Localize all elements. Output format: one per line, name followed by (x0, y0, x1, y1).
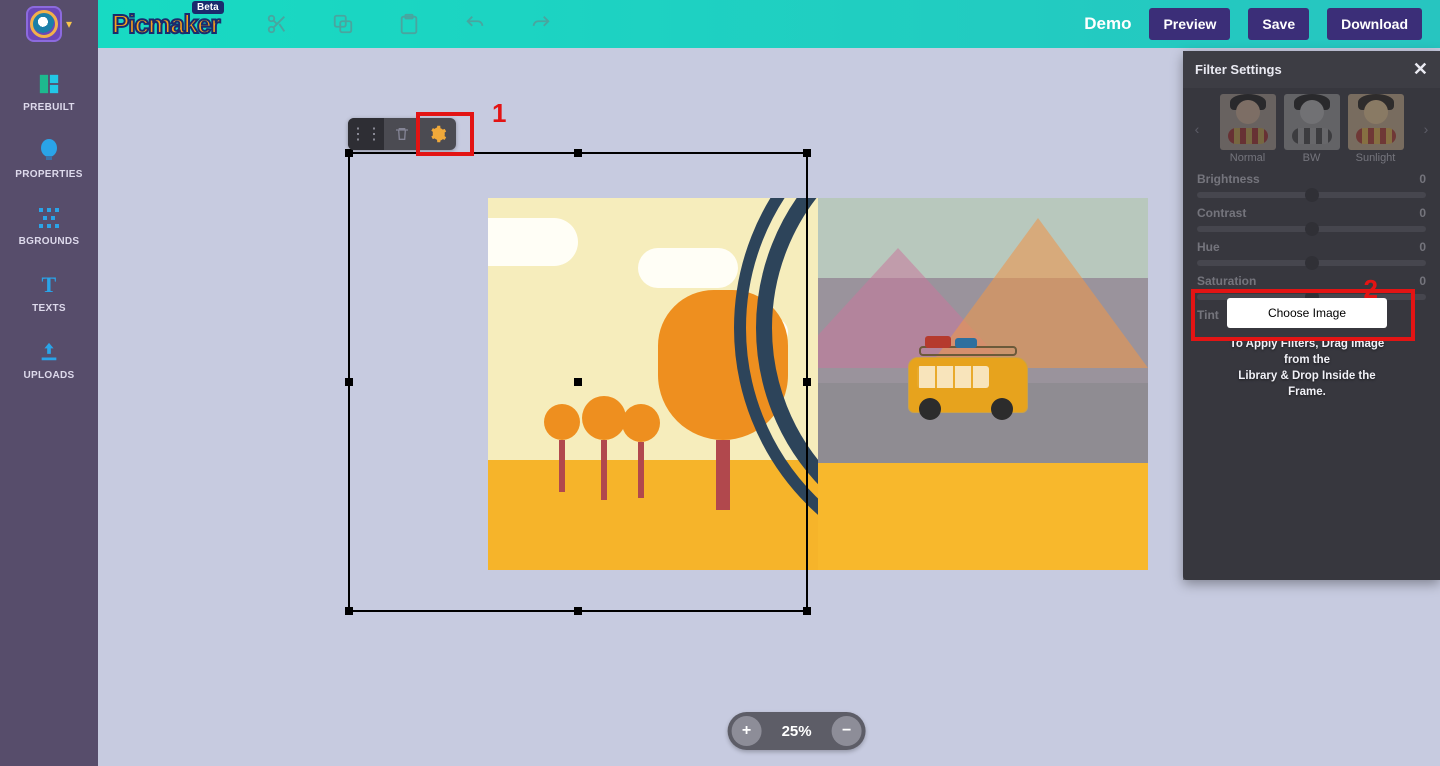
annotation-box-1 (416, 112, 474, 156)
upload-icon (37, 340, 61, 364)
slider-label: Hue (1197, 240, 1220, 254)
sidebar-item-uploads[interactable]: UPLOADS (0, 330, 98, 397)
annotation-box-2 (1191, 289, 1415, 341)
save-button[interactable]: Save (1248, 8, 1309, 40)
resize-handle[interactable] (803, 607, 811, 615)
slider-label: Brightness (1197, 172, 1260, 186)
sidebar-item-label: UPLOADS (24, 370, 75, 381)
slider-value: 0 (1419, 172, 1426, 186)
resize-handle[interactable] (345, 149, 353, 157)
download-button[interactable]: Download (1327, 8, 1422, 40)
selection-bounding-box[interactable] (348, 152, 808, 612)
resize-handle[interactable] (574, 607, 582, 615)
panel-title: Filter Settings (1195, 62, 1282, 77)
pattern-icon (37, 206, 61, 230)
slider-label: Saturation (1197, 274, 1256, 288)
preview-button[interactable]: Preview (1149, 8, 1230, 40)
bulb-icon (37, 139, 61, 163)
sidebar-item-bgrounds[interactable]: BGROUNDS (0, 196, 98, 263)
slider-label: Contrast (1197, 206, 1246, 220)
close-icon[interactable]: ✕ (1413, 59, 1428, 80)
redo-icon[interactable] (528, 11, 554, 37)
app-logo: Picmaker Beta (112, 9, 220, 40)
sidebar-item-prebuilt[interactable]: PREBUILT (0, 62, 98, 129)
zoom-value: 25% (762, 723, 832, 740)
slider-value: 0 (1419, 240, 1426, 254)
resize-handle[interactable] (345, 378, 353, 386)
slider-value: 0 (1419, 206, 1426, 220)
grid-icon (37, 72, 61, 96)
preset-label: Normal (1220, 152, 1276, 164)
cut-icon[interactable] (264, 11, 290, 37)
demo-label[interactable]: Demo (1084, 14, 1131, 34)
choose-image-hint: To Apply Filters, Drag Image from the Li… (1227, 336, 1387, 400)
sidebar-item-label: PROPERTIES (15, 169, 82, 180)
resize-handle[interactable] (345, 607, 353, 615)
sidebar-item-label: BGROUNDS (19, 236, 80, 247)
annotation-number-2: 2 (1364, 274, 1378, 305)
zoom-control: + 25% − (728, 712, 866, 750)
resize-handle[interactable] (803, 149, 811, 157)
chevron-right-icon[interactable]: › (1418, 121, 1434, 137)
filter-preset-sunlight[interactable]: Sunlight (1348, 94, 1404, 164)
undo-icon[interactable] (462, 11, 488, 37)
text-icon: T (37, 273, 61, 297)
drag-grip-icon[interactable]: ⋮⋮ (348, 118, 384, 150)
chevron-left-icon[interactable]: ‹ (1189, 121, 1205, 137)
filter-settings-panel: Filter Settings ✕ ‹ Normal BW Sunlight › (1183, 51, 1440, 580)
sidebar-item-label: TEXTS (32, 303, 66, 314)
resize-handle[interactable] (574, 149, 582, 157)
slider-value: 0 (1419, 274, 1426, 288)
beta-badge: Beta (192, 1, 224, 14)
brand-logo-icon (26, 6, 62, 42)
canvas-area[interactable]: ⋮⋮ 1 + 25% − Filter Settings ✕ ‹ Normal (98, 48, 1440, 766)
sidebar-item-properties[interactable]: PROPERTIES (0, 129, 98, 196)
paste-icon[interactable] (396, 11, 422, 37)
sidebar-item-texts[interactable]: T TEXTS (0, 263, 98, 330)
trash-icon[interactable] (384, 118, 420, 150)
annotation-number-1: 1 (492, 98, 506, 129)
preset-label: BW (1284, 152, 1340, 164)
slider-contrast[interactable]: Contrast 0 (1183, 200, 1440, 234)
filter-preset-normal[interactable]: Normal (1220, 94, 1276, 164)
filter-preset-bw[interactable]: BW (1284, 94, 1340, 164)
preset-label: Sunlight (1348, 152, 1404, 164)
zoom-out-button[interactable]: − (832, 716, 862, 746)
copy-icon[interactable] (330, 11, 356, 37)
brand-menu[interactable]: ▾ (0, 0, 98, 48)
slider-brightness[interactable]: Brightness 0 (1183, 166, 1440, 200)
chevron-down-icon: ▾ (66, 17, 72, 31)
left-sidebar: PREBUILT PROPERTIES BGROUNDS T TEXTS UPL… (0, 48, 98, 766)
resize-handle[interactable] (803, 378, 811, 386)
center-handle[interactable] (574, 378, 582, 386)
zoom-in-button[interactable]: + (732, 716, 762, 746)
slider-hue[interactable]: Hue 0 (1183, 234, 1440, 268)
sidebar-item-label: PREBUILT (23, 102, 75, 113)
